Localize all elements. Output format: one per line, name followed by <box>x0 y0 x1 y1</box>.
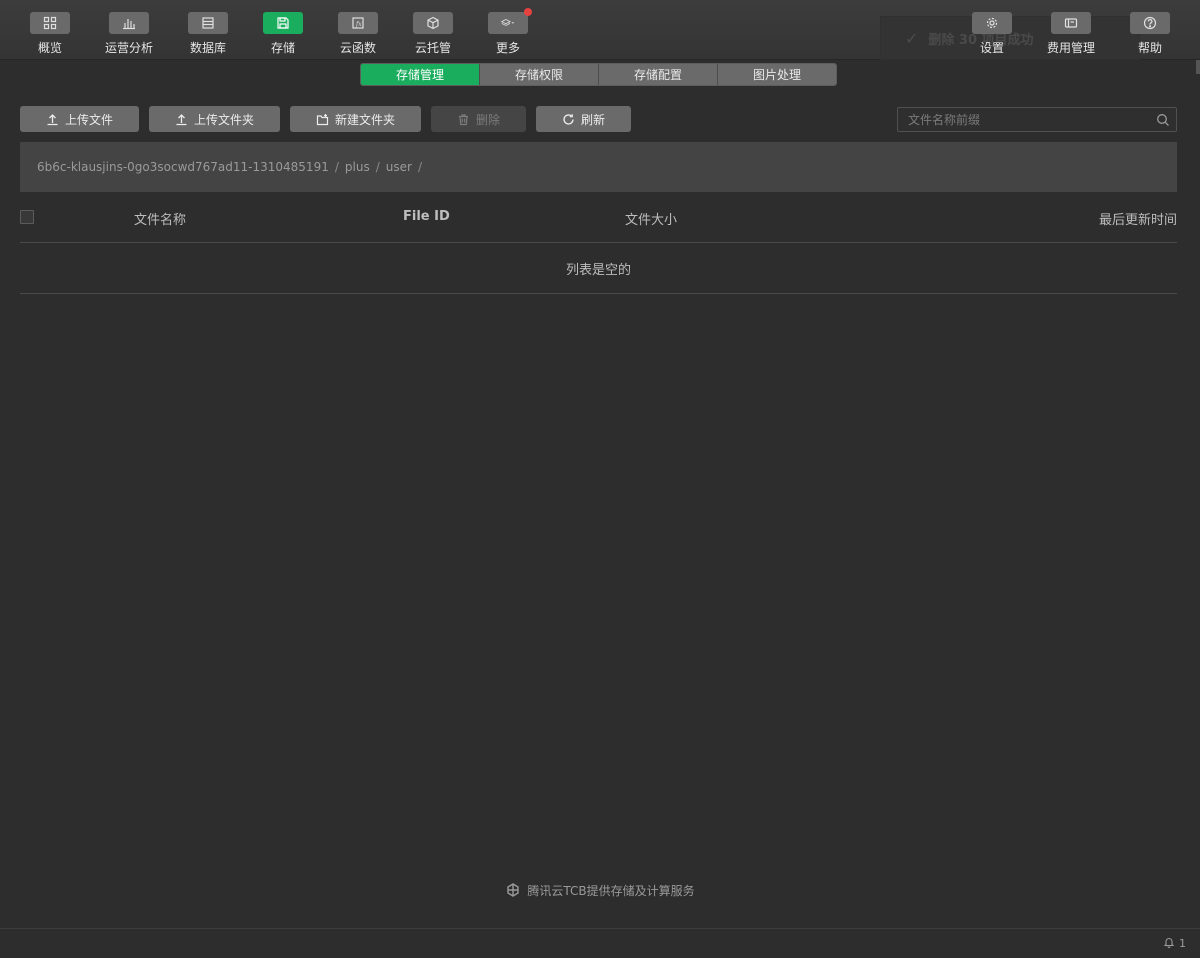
tool-label: 费用管理 <box>1046 41 1095 55</box>
tool-label: 云函数 <box>339 41 376 55</box>
upload-folder-label: 上传文件夹 <box>193 112 254 127</box>
tool-help[interactable]: 帮助 <box>1110 12 1190 56</box>
top-toolbar: ✓ 删除 30 项目成功 概览 运营分析 数据库 存储 fx 云函数 云托管 更… <box>0 0 1200 60</box>
trash-icon <box>458 113 468 125</box>
breadcrumb: 6b6c-klausjins-0go3socwd767ad11-13104851… <box>20 142 1177 192</box>
breadcrumb-folder-plus[interactable]: plus <box>345 160 370 174</box>
refresh-label: 刷新 <box>580 112 605 127</box>
check-icon: ✓ <box>905 28 919 48</box>
upload-folder-button[interactable]: 上传文件夹 <box>149 106 280 132</box>
grid-icon <box>30 12 70 34</box>
tool-label: 数据库 <box>189 41 226 55</box>
new-folder-label: 新建文件夹 <box>334 112 395 127</box>
billing-icon <box>1051 12 1091 34</box>
tool-label: 运营分析 <box>104 41 153 55</box>
tool-billing[interactable]: 费用管理 <box>1031 12 1111 56</box>
tool-label: 帮助 <box>1137 41 1162 55</box>
help-icon <box>1130 12 1170 34</box>
notification-count: 1 <box>1179 937 1186 950</box>
refresh-icon <box>563 113 574 125</box>
upload-icon <box>176 113 187 125</box>
tool-label: 云托管 <box>414 41 451 55</box>
breadcrumb-separator: / <box>334 160 339 174</box>
powered-by: 腾讯云TCB提供存储及计算服务 <box>0 880 1200 900</box>
bar-chart-icon <box>109 12 149 34</box>
status-bar: 1 <box>0 928 1200 958</box>
tool-storage[interactable]: 存储 <box>243 12 323 56</box>
layers-icon <box>488 8 532 34</box>
upload-file-label: 上传文件 <box>64 112 113 127</box>
bell-icon[interactable] <box>1163 936 1175 951</box>
tool-label: 更多 <box>495 41 520 55</box>
search-box <box>897 107 1177 132</box>
file-table-header: 文件名称 File ID 文件大小 最后更新时间 <box>20 192 1177 243</box>
column-last-updated[interactable]: 最后更新时间 <box>1099 209 1177 228</box>
tool-label: 存储 <box>270 41 295 55</box>
powered-by-text: 腾讯云TCB提供存储及计算服务 <box>527 883 695 898</box>
tool-label: 概览 <box>37 41 62 55</box>
new-folder-button[interactable]: 新建文件夹 <box>290 106 421 132</box>
breadcrumb-separator: / <box>375 160 380 174</box>
tab-storage-management[interactable]: 存储管理 <box>361 64 480 85</box>
tool-more[interactable]: 更多 <box>468 8 548 56</box>
notification-dot <box>524 8 532 16</box>
empty-list-message: 列表是空的 <box>20 243 1177 294</box>
tool-settings[interactable]: 设置 <box>952 12 1032 56</box>
tool-analytics[interactable]: 运营分析 <box>89 12 169 56</box>
gear-icon <box>972 12 1012 34</box>
breadcrumb-separator: / <box>417 160 422 174</box>
save-icon <box>263 12 303 34</box>
breadcrumb-folder-user[interactable]: user <box>386 160 412 174</box>
tool-overview[interactable]: 概览 <box>10 12 90 56</box>
new-folder-icon <box>316 113 329 125</box>
delete-button[interactable]: 删除 <box>431 106 526 132</box>
column-file-name[interactable]: 文件名称 <box>134 209 186 228</box>
upload-icon <box>47 113 58 125</box>
scrollbar[interactable] <box>1196 60 1200 74</box>
tool-cloud-hosting[interactable]: 云托管 <box>393 12 473 56</box>
upload-file-button[interactable]: 上传文件 <box>20 106 139 132</box>
refresh-button[interactable]: 刷新 <box>536 106 631 132</box>
tab-storage-permissions[interactable]: 存储权限 <box>480 64 599 85</box>
breadcrumb-bucket[interactable]: 6b6c-klausjins-0go3socwd767ad11-13104851… <box>37 160 329 174</box>
tab-image-processing[interactable]: 图片处理 <box>718 64 836 85</box>
delete-label: 删除 <box>475 112 500 127</box>
function-icon: fx <box>338 12 378 34</box>
search-input[interactable] <box>898 108 1150 131</box>
storage-tabs: 存储管理 存储权限 存储配置 图片处理 <box>360 63 837 86</box>
cube-icon <box>413 12 453 34</box>
cloud-storage-console: ✓ 删除 30 项目成功 概览 运营分析 数据库 存储 fx 云函数 云托管 更… <box>0 0 1200 958</box>
column-file-size[interactable]: 文件大小 <box>625 209 677 228</box>
tab-storage-config[interactable]: 存储配置 <box>599 64 718 85</box>
column-file-id[interactable]: File ID <box>403 209 450 224</box>
database-icon <box>188 12 228 34</box>
svg-text:fx: fx <box>355 21 362 28</box>
tool-cloud-function[interactable]: fx 云函数 <box>318 12 398 56</box>
select-all-checkbox[interactable] <box>20 210 34 224</box>
tencent-cloud-logo-icon <box>507 883 520 897</box>
tool-label: 设置 <box>979 41 1004 55</box>
search-icon[interactable] <box>1150 108 1176 131</box>
tool-database[interactable]: 数据库 <box>168 12 248 56</box>
